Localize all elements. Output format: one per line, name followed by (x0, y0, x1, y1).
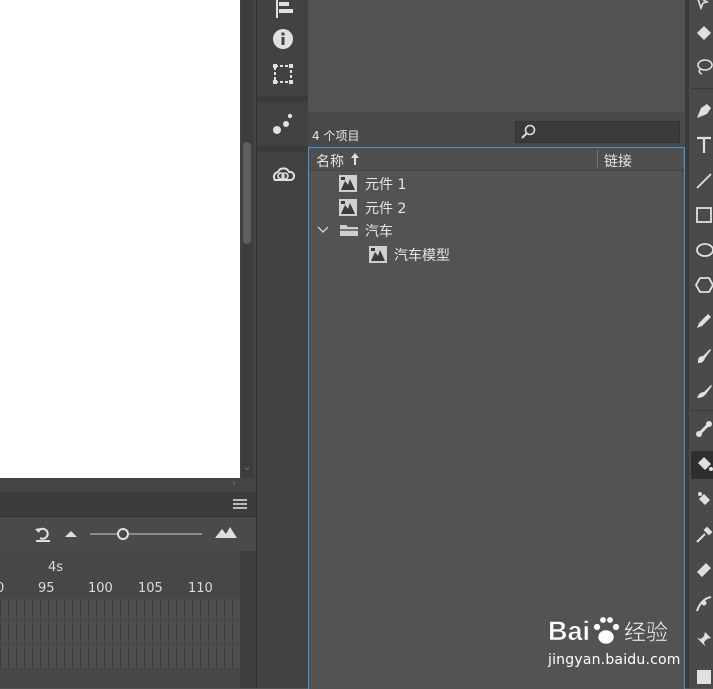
line-icon[interactable] (695, 172, 713, 190)
time-marker: 4s (48, 560, 64, 575)
library-toolbar: 4 个项目 (308, 113, 685, 147)
cc-libraries-icon[interactable] (271, 164, 295, 188)
bone-icon[interactable] (695, 420, 713, 438)
stage-canvas[interactable] (0, 0, 240, 478)
library-search-input[interactable] (515, 121, 680, 143)
rectangle-icon[interactable] (695, 206, 713, 224)
lasso-icon[interactable] (695, 58, 713, 76)
tool-separator (691, 88, 713, 89)
timeline-zoom-slider[interactable] (90, 527, 202, 541)
pin-icon[interactable] (695, 630, 713, 648)
stage-scroll-thumb[interactable] (243, 142, 251, 244)
timeline-frames[interactable] (0, 599, 240, 669)
text-icon[interactable] (695, 136, 713, 154)
timeline-controls (0, 517, 256, 551)
eyedropper-icon[interactable] (695, 526, 713, 544)
timeline-scrollbar[interactable] (240, 551, 256, 688)
item-count: 4 个项目 (312, 129, 360, 143)
sort-ascending-icon[interactable] (350, 152, 360, 166)
paint-brush-icon[interactable] (695, 347, 713, 365)
library-item-label: 汽车模型 (394, 248, 450, 264)
panel-dock (256, 0, 310, 688)
polystar-icon[interactable] (695, 276, 713, 294)
zoom-out-icon[interactable] (64, 527, 78, 539)
timeline-ruler[interactable]: 4s 0 95 100 105 110 (0, 551, 240, 599)
search-icon (521, 124, 536, 139)
width-icon[interactable] (695, 595, 713, 613)
stage-area[interactable]: ⌄ › (0, 0, 256, 492)
timeline-header (0, 492, 256, 517)
column-linkage[interactable]: 链接 (604, 151, 632, 171)
pencil-icon[interactable] (695, 312, 713, 330)
movieclip-symbol-icon (339, 199, 357, 216)
ruler-label: 105 (138, 581, 163, 596)
oval-icon[interactable] (695, 241, 713, 259)
library-item-symbol2[interactable]: 元件 2 (309, 196, 684, 219)
watermark-url: jingyan.baidu.com (548, 652, 681, 668)
stroke-color-icon[interactable] (695, 668, 713, 686)
movieclip-symbol-icon (339, 175, 357, 192)
folder-open-icon (340, 225, 358, 236)
movieclip-symbol-icon (369, 246, 387, 263)
column-name[interactable]: 名称 (316, 151, 344, 171)
column-divider[interactable] (597, 150, 598, 168)
subselect-icon[interactable] (695, 0, 713, 12)
pen-icon[interactable] (695, 102, 713, 120)
tools-panel (689, 0, 713, 688)
transform-icon[interactable] (271, 62, 295, 86)
zoom-in-icon[interactable] (214, 524, 238, 540)
3d-rotate-icon[interactable] (695, 24, 713, 42)
ruler-label: 110 (188, 581, 213, 596)
info-icon[interactable] (271, 27, 295, 51)
svg-text:经验: 经验 (624, 621, 668, 646)
dock-separator (257, 96, 309, 102)
library-item-folder[interactable]: 汽车 (309, 219, 684, 242)
panel-menu-icon[interactable] (233, 499, 247, 509)
library-item-symbol1[interactable]: 元件 1 (309, 172, 684, 195)
loop-icon[interactable] (34, 526, 52, 542)
column-divider (683, 150, 684, 168)
ruler-label: 100 (88, 581, 113, 596)
chevron-down-icon[interactable] (317, 225, 329, 235)
eraser-icon[interactable] (695, 560, 713, 578)
library-item-car-model[interactable]: 汽车模型 (309, 243, 684, 266)
brush-icon[interactable] (695, 382, 713, 400)
dock-separator (257, 146, 309, 152)
timeline-panel: 4s 0 95 100 105 110 (0, 492, 256, 688)
chevron-down-icon[interactable]: ⌄ (242, 462, 252, 474)
chevron-right-icon[interactable]: › (228, 478, 240, 490)
column-header: 名称 链接 (309, 148, 684, 171)
library-panel: 4 个项目 名称 链接 元件 1 元件 2 汽车 汽车模型 (308, 0, 685, 689)
paint-bucket-icon[interactable] (695, 455, 713, 473)
svg-text:Bai: Bai (548, 616, 590, 646)
ink-bottle-icon[interactable] (695, 490, 713, 508)
library-item-label: 元件 1 (365, 177, 407, 193)
assets-icon[interactable] (271, 112, 295, 136)
library-item-label: 元件 2 (365, 201, 407, 217)
tool-separator (691, 410, 713, 411)
ruler-label: 95 (38, 581, 55, 596)
baidu-logo: Bai 经验 (548, 616, 669, 647)
align-icon[interactable] (271, 0, 295, 20)
baidu-jingyan-watermark: Bai 经验 jingyan.baidu.com (544, 610, 684, 670)
ruler-label: 0 (0, 581, 5, 596)
library-preview (308, 0, 685, 113)
library-item-label: 汽车 (365, 224, 393, 240)
library-list[interactable]: 名称 链接 元件 1 元件 2 汽车 汽车模型 (308, 147, 685, 689)
